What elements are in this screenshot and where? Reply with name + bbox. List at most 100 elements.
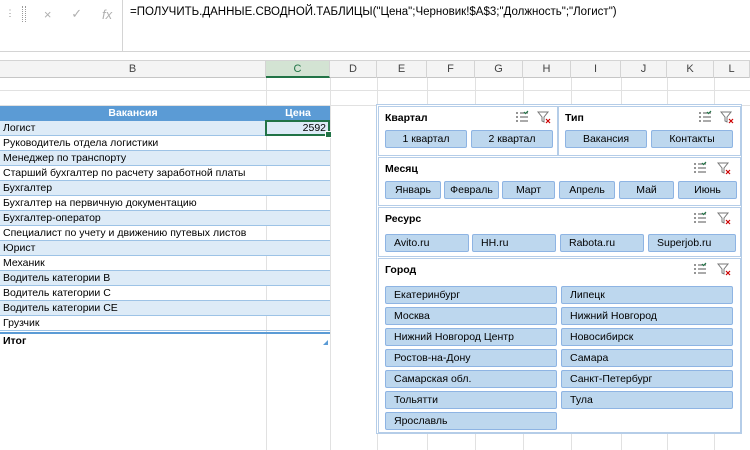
- row-label: Бухгалтер на первичную документацию: [3, 197, 197, 209]
- row-label: Грузчик: [3, 317, 40, 329]
- row-label: Бухгалтер: [3, 182, 53, 194]
- column-header-e[interactable]: E: [377, 61, 427, 78]
- row-label: Старший бухгалтер по расчету заработной …: [3, 167, 246, 179]
- slicer-item-superjob[interactable]: Superjob.ru: [648, 234, 736, 252]
- row-label: Водитель категории CE: [3, 302, 118, 314]
- column-header-f[interactable]: F: [427, 61, 475, 78]
- row-label: Менеджер по транспорту: [3, 152, 127, 164]
- table-row[interactable]: Руководитель отдела логистики: [0, 136, 330, 151]
- column-header-i[interactable]: I: [571, 61, 621, 78]
- slicer-item-ekaterinburg[interactable]: Екатеринбург: [385, 286, 557, 304]
- table-row[interactable]: Старший бухгалтер по расчету заработной …: [0, 166, 330, 181]
- slicer-item-yanvar[interactable]: Январь: [385, 181, 441, 199]
- slicer-item-nizhniy-centr[interactable]: Нижний Новгород Центр: [385, 328, 557, 346]
- clear-filter-icon[interactable]: [537, 110, 551, 124]
- clear-filter-icon[interactable]: [717, 161, 731, 175]
- pivot-header-row: Вакансия Цена: [0, 106, 330, 121]
- slicer-item-nizhniy[interactable]: Нижний Новгород: [561, 307, 733, 325]
- slicer-title: Ресурс: [385, 213, 422, 225]
- slicer-item-aprel[interactable]: Апрель: [559, 181, 615, 199]
- pivot-total-row[interactable]: Итог: [0, 332, 330, 348]
- enter-icon[interactable]: ✓: [71, 6, 82, 22]
- slicer-item-q1[interactable]: 1 квартал: [385, 130, 467, 148]
- slicer-item-q2[interactable]: 2 квартал: [471, 130, 553, 148]
- table-row[interactable]: Специалист по учету и движению путевых л…: [0, 226, 330, 241]
- row-label: Водитель категории B: [3, 272, 111, 284]
- column-header-h[interactable]: H: [523, 61, 571, 78]
- row-label: Бухгалтер-оператор: [3, 212, 101, 224]
- table-row[interactable]: Менеджер по транспорту: [0, 151, 330, 166]
- slicer-gorod[interactable]: Город Екатеринбург Липецк Москва Нижний …: [378, 258, 741, 433]
- column-header-k[interactable]: K: [667, 61, 714, 78]
- table-row[interactable]: Механик: [0, 256, 330, 271]
- formula-bar-grip[interactable]: [22, 6, 26, 22]
- name-box-arrow[interactable]: ⋮: [0, 2, 20, 24]
- slicer-tip[interactable]: Тип Вакансия Контакты: [558, 106, 741, 156]
- slicer-kvartal[interactable]: Квартал 1 квартал 2 квартал: [378, 106, 558, 156]
- slicer-item-tolyatti[interactable]: Тольятти: [385, 391, 557, 409]
- multi-select-icon[interactable]: [693, 211, 707, 225]
- slicer-mesyac[interactable]: Месяц Январь Февраль Март Апрель Май Июн…: [378, 157, 741, 206]
- row-label: Логист: [3, 122, 36, 134]
- slicer-item-rostov[interactable]: Ростов-на-Дону: [385, 349, 557, 367]
- slicer-item-novosibirsk[interactable]: Новосибирск: [561, 328, 733, 346]
- slicer-item-tula[interactable]: Тула: [561, 391, 733, 409]
- slicer-item-samara[interactable]: Самара: [561, 349, 733, 367]
- table-row[interactable]: Бухгалтер-оператор: [0, 211, 330, 226]
- slicer-title: Квартал: [385, 112, 428, 124]
- clear-filter-icon[interactable]: [717, 262, 731, 276]
- cancel-icon[interactable]: ×: [44, 7, 52, 22]
- table-row[interactable]: Грузчик: [0, 316, 330, 331]
- active-cell-c4[interactable]: [265, 120, 332, 138]
- slicer-item-spb[interactable]: Санкт-Петербург: [561, 370, 733, 388]
- slicer-title: Месяц: [385, 163, 418, 175]
- formula-input[interactable]: =ПОЛУЧИТЬ.ДАННЫЕ.СВОДНОЙ.ТАБЛИЦЫ("Цена";…: [130, 6, 617, 18]
- multi-select-icon[interactable]: [693, 262, 707, 276]
- slicer-item-moskva[interactable]: Москва: [385, 307, 557, 325]
- slicer-title: Город: [385, 264, 417, 276]
- clear-filter-icon[interactable]: [717, 211, 731, 225]
- clear-filter-icon[interactable]: [720, 110, 734, 124]
- column-header-d[interactable]: D: [330, 61, 377, 78]
- slicer-resurs[interactable]: Ресурс Avito.ru HH.ru Rabota.ru Superjob…: [378, 207, 741, 257]
- slicer-item-fevral[interactable]: Февраль: [444, 181, 499, 199]
- table-row[interactable]: Водитель категории B: [0, 271, 330, 286]
- slicer-item-hh[interactable]: HH.ru: [472, 234, 556, 252]
- pivot-corner-indicator: [323, 340, 328, 345]
- formula-bar-separator: [122, 0, 123, 52]
- slicer-item-samarskaya[interactable]: Самарская обл.: [385, 370, 557, 388]
- multi-select-icon[interactable]: [515, 110, 529, 124]
- column-header-j[interactable]: J: [621, 61, 667, 78]
- row-label: Специалист по учету и движению путевых л…: [3, 227, 247, 239]
- table-row[interactable]: Водитель категории C: [0, 286, 330, 301]
- table-row[interactable]: Юрист: [0, 241, 330, 256]
- slicer-item-kontakty[interactable]: Контакты: [651, 130, 733, 148]
- multi-select-icon[interactable]: [698, 110, 712, 124]
- slicer-item-iyun[interactable]: Июнь: [678, 181, 737, 199]
- column-header-l[interactable]: L: [714, 61, 750, 78]
- column-header-g[interactable]: G: [475, 61, 523, 78]
- table-row[interactable]: Бухгалтер на первичную документацию: [0, 196, 330, 211]
- column-headers: B C D E F G H I J K L: [0, 60, 750, 78]
- table-row[interactable]: Водитель категории CE: [0, 301, 330, 316]
- table-row[interactable]: Бухгалтер: [0, 181, 330, 196]
- pivot-header-price[interactable]: Цена: [266, 107, 330, 119]
- formula-tools: × ✓ fx: [34, 3, 122, 25]
- formula-bar: ⋮ × ✓ fx =ПОЛУЧИТЬ.ДАННЫЕ.СВОДНОЙ.ТАБЛИЦ…: [0, 0, 750, 52]
- slicer-item-yaroslavl[interactable]: Ярославль: [385, 412, 557, 430]
- row-label: Руководитель отдела логистики: [3, 137, 159, 149]
- pivot-header-vacancy[interactable]: Вакансия: [0, 107, 266, 120]
- slicer-item-rabota[interactable]: Rabota.ru: [560, 234, 644, 252]
- row-label: Юрист: [3, 242, 36, 254]
- multi-select-icon[interactable]: [693, 161, 707, 175]
- fx-icon[interactable]: fx: [102, 7, 112, 22]
- slicer-item-avito[interactable]: Avito.ru: [385, 234, 469, 252]
- column-header-b[interactable]: B: [0, 61, 266, 78]
- slicer-item-may[interactable]: Май: [619, 181, 674, 199]
- slicer-title: Тип: [565, 112, 584, 124]
- slicer-item-mart[interactable]: Март: [502, 181, 555, 199]
- column-header-c[interactable]: C: [266, 61, 330, 78]
- slicer-item-vakansiya[interactable]: Вакансия: [565, 130, 647, 148]
- slicer-panel: Квартал 1 квартал 2 квартал Тип Вакансия…: [376, 104, 742, 434]
- slicer-item-lipeck[interactable]: Липецк: [561, 286, 733, 304]
